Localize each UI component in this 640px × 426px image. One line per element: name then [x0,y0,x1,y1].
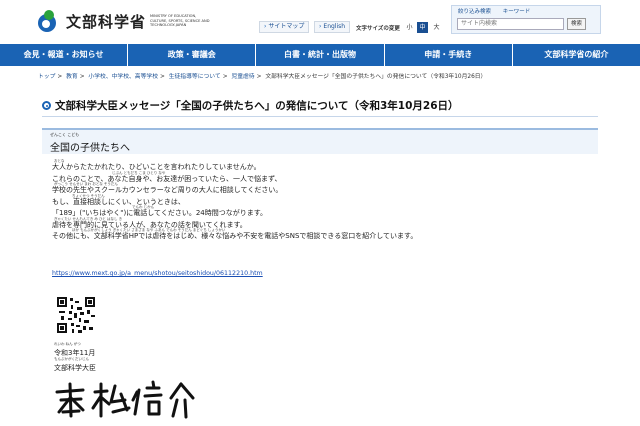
bullet-circle-icon [42,101,51,110]
search-input[interactable]: サイト内検索 [457,18,564,30]
message-line: ほか もんぶかがくしょう ぎゃくたい さまざま なや ふあん でんわ そうだん … [52,228,592,241]
qr-code-icon[interactable] [57,297,95,333]
section-heading-text: 全国の子供たちへ [50,143,130,154]
divider [42,116,598,117]
section-heading: ぜんこく こども 全国の子供たちへ [42,128,598,154]
search-button[interactable]: 検索 [567,18,586,30]
sitemap-button[interactable]: › サイトマップ [259,21,310,33]
minister-title: 文部科学大臣 [54,364,96,372]
mext-consultation-link[interactable]: https://www.mext.go.jp/a_menu/shotou/sei… [52,270,263,277]
arrow-right-icon: › [319,23,322,30]
furigana: じぶん ともだち こま ひとり なや [112,170,166,175]
breadcrumb-link[interactable]: 児童虐待 [231,74,254,80]
nav-item-policy[interactable]: 政策・審議会 [128,44,257,66]
english-label: English [323,23,346,30]
breadcrumb-link[interactable]: 小学校、中学校、高等学校 [88,74,158,80]
mext-logo-icon [38,10,60,32]
logo-subtitle: MINISTRY OF EDUCATION, CULTURE, SPORTS, … [150,14,210,28]
site-header: 文部科学省 MINISTRY OF EDUCATION, CULTURE, SP… [0,0,640,42]
font-size-large-button[interactable]: 大 [431,22,442,33]
furigana: ちょくせつ そうだん [72,193,105,198]
message-line: じぶん ともだち こま ひとり なや これらのことで、あなた自身や、お友達が困って… [52,170,592,184]
message-line: がっこう せんせい まわ おとな そうだん 学校の先生やスクールカウンセラーなど周… [52,182,592,195]
furigana: ほか もんぶかがくしょう ぎゃくたい さまざま なや ふあん でんわ そうだん … [72,228,226,232]
nav-item-applications[interactable]: 申請・手続き [385,44,513,66]
date-furigana: れいわ ねん がつ [54,342,81,346]
message-body: おとな 大人からたたかれたり、ひどいことを言われたりしていませんか。 じぶん とも… [52,159,592,241]
breadcrumb: トップ > 教育 > 小学校、中学校、高等学校 > 生徒指導等について > 児童虐待 > … [38,74,487,80]
search-tab-filter[interactable]: 絞り込み検索 [458,9,491,15]
global-nav: 会見・報道・お知らせ 政策・審議会 白書・統計・出版物 申請・手続き 文部科学省… [0,44,640,66]
font-size-label: 文字サイズの変更 [356,26,400,32]
nav-item-about[interactable]: 文部科学省の紹介 [513,44,640,66]
heading-ruby: ぜんこく こども [50,132,80,137]
site-logo[interactable]: 文部科学省 MINISTRY OF EDUCATION, CULTURE, SP… [38,10,214,32]
furigana: でんわ じかん [132,205,155,209]
sitemap-label: サイトマップ [268,23,305,30]
search-tab-keyword[interactable]: キーワード [503,9,531,15]
page-title-block: 文部科学大臣メッセージ「全国の子供たちへ」の発信について（令和3年10月26日） [42,98,459,113]
message-text: その他にも、文部科学省HPでは虐待をはじめ、様々な悩みや不安を電話やSNSで相談… [52,232,418,240]
page-title: 文部科学大臣メッセージ「全国の子供たちへ」の発信について（令和3年10月26日） [55,100,459,112]
breadcrumb-link[interactable]: 生徒指導等について [169,74,221,80]
english-button[interactable]: › English [314,21,351,33]
breadcrumb-link[interactable]: 教育 [66,74,78,80]
arrow-right-icon: › [264,23,267,30]
furigana: がっこう せんせい まわ おとな そうだん [54,182,118,186]
message-text: もし、直接相談しにくい、というときは、 [52,197,185,206]
search-tabs: 絞り込み検索 キーワード [458,7,540,15]
furigana: おとな [54,159,65,163]
furigana: ぎゃくたい せんもんてき み ひと はなし き [54,216,123,221]
nav-item-publications[interactable]: 白書・統計・出版物 [256,44,385,66]
font-size-small-button[interactable]: 小 [404,22,415,33]
breadcrumb-current: 文部科学大臣メッセージ「全国の子供たちへ」の発信について（令和3年10月26日） [265,74,487,80]
handwritten-signature [55,380,195,419]
nav-item-news[interactable]: 会見・報道・お知らせ [0,44,129,66]
minister-furigana: もんぶかがくだいじん [54,357,89,361]
font-size-medium-button[interactable]: 中 [417,22,428,33]
search-box: 絞り込み検索 キーワード サイト内検索 検索 [451,5,601,34]
logo-title: 文部科学省 [66,12,147,31]
message-line: でんわ じかん 「189」("いちはやく")に電話してください。24時間つながりま… [52,205,592,218]
breadcrumb-link[interactable]: トップ [38,74,55,80]
